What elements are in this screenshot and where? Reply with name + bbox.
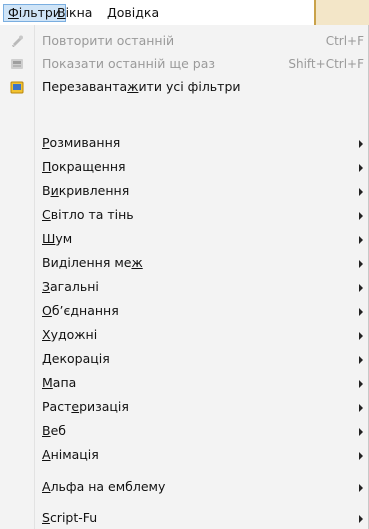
repeat-last-shortcut: Ctrl+F [325,34,364,48]
submenu-web-label: Веб [42,423,66,438]
submenu-map-label: Мапа [42,375,77,390]
submenu-combine[interactable]: Об’єднання [0,300,368,322]
menu-help-label-mnemonic: Д [107,5,117,20]
repeat-last-label: Повторити останній [42,33,175,48]
submenu-blur[interactable]: Розмивання [0,132,368,154]
submenu-noise[interactable]: Шум [0,228,368,250]
submenu-arrow-icon [359,188,363,196]
submenu-arrow-icon [359,484,363,492]
window-accent [314,0,369,25]
submenu-animation[interactable]: Анімація [0,444,368,466]
submenu-decor[interactable]: Декорація [0,348,368,370]
submenu-arrow-icon [359,212,363,220]
submenu-blur-label: Розмивання [42,135,121,150]
submenu-alpha-to-logo-label: Альфа на емблему [42,479,166,494]
submenu-render-label: Растеризація [42,399,129,414]
submenu-arrow-icon [359,260,363,268]
menu-windows[interactable]: Вікна [53,4,96,22]
menu-filters-label-mnemonic: Ф [8,5,19,20]
submenu-decor-label: Декорація [42,351,110,366]
menu-help-label-post: овідка [116,5,160,20]
submenu-animation-label: Анімація [42,447,99,462]
submenu-arrow-icon [359,452,363,460]
submenu-arrow-icon [359,308,363,316]
submenu-generic[interactable]: Загальні [0,276,368,298]
submenu-edge-detect[interactable]: Виділення меж [0,252,368,274]
reset-filters-icon [9,79,25,95]
separator [42,101,362,102]
submenu-enhance[interactable]: Покращення [0,156,368,178]
window-accent-edge [314,0,316,25]
reset-all-filters-label: Перезавантажити усі фільтри [42,79,241,94]
submenu-arrow-icon [359,515,363,523]
submenu-arrow-icon [359,332,363,340]
submenu-arrow-icon [359,428,363,436]
submenu-enhance-label: Покращення [42,159,126,174]
menu-help[interactable]: Довідка [103,4,163,22]
submenu-arrow-icon [359,164,363,172]
submenu-arrow-icon [359,356,363,364]
submenu-arrow-icon [359,140,363,148]
menu-item-reshow-last[interactable]: Показати останній ще раз Shift+Ctrl+F [0,53,368,75]
submenu-arrow-icon [359,380,363,388]
submenu-light-shadow[interactable]: Світло та тінь [0,204,368,226]
submenu-map[interactable]: Мапа [0,372,368,394]
submenu-distorts-label: Викривлення [42,183,130,198]
submenu-script-fu[interactable]: Script-Fu [0,507,368,529]
submenu-arrow-icon [359,284,363,292]
menu-windows-label-mnemonic: В [57,5,66,20]
menu-item-reset-all-filters[interactable]: Перезавантажити усі фільтри [0,76,368,98]
submenu-web[interactable]: Веб [0,420,368,442]
submenu-generic-label: Загальні [42,279,99,294]
submenu-alpha-to-logo[interactable]: Альфа на емблему [0,476,368,498]
submenu-distorts[interactable]: Викривлення [0,180,368,202]
menubar: Фільтри Вікна Довідка [0,0,369,26]
repeat-icon [9,33,25,49]
submenu-arrow-icon [359,236,363,244]
menu-windows-label-post: ікна [65,5,93,20]
reshow-last-label: Показати останній ще раз [42,56,215,71]
filters-dropdown-menu: Повторити останній Ctrl+F Показати остан… [0,25,369,529]
submenu-script-fu-label: Script-Fu [42,510,98,525]
menu-item-repeat-last[interactable]: Повторити останній Ctrl+F [0,30,368,52]
submenu-edge-detect-label: Виділення меж [42,255,143,270]
submenu-noise-label: Шум [42,231,73,246]
submenu-artistic-label: Художні [42,327,98,342]
submenu-artistic[interactable]: Художні [0,324,368,346]
reshow-icon [9,56,25,72]
reshow-last-shortcut: Shift+Ctrl+F [288,57,364,71]
submenu-light-shadow-label: Світло та тінь [42,207,134,222]
submenu-combine-label: Об’єднання [42,303,119,318]
submenu-render[interactable]: Растеризація [0,396,368,418]
submenu-arrow-icon [359,404,363,412]
